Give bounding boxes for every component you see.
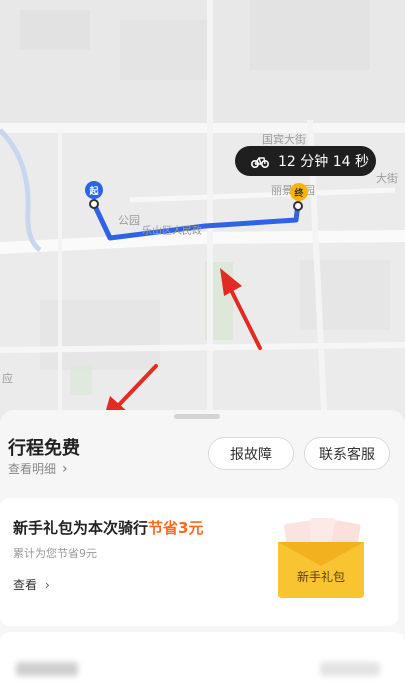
sheet-drag-handle[interactable] [174,414,220,419]
ride-time-pill: 12 分钟 14 秒 [235,146,376,176]
end-pin: 终 [290,183,308,201]
bicycle-icon [251,157,269,168]
map-label-street-mid: 乐山区人民政 [142,226,202,237]
view-details-link[interactable]: 查看明细 › [8,460,68,477]
trip-sheet: 行程免费 查看明细 › 报故障 联系客服 新手礼包为本次骑行节省3元 累计为您节… [0,410,405,698]
map-label-park: 公园 [118,214,140,227]
report-fault-button[interactable]: 报故障 [208,437,294,470]
gift-package-illustration: 新手礼包 [274,516,368,600]
trip-title: 行程免费 [8,438,80,459]
map-label-road-top: 国宾大街 [262,133,306,146]
newbie-gift-card[interactable]: 新手礼包为本次骑行节省3元 累计为您节省9元 查看 › 新手礼包 [0,498,398,626]
gift-view-link[interactable]: 查看 › [13,576,50,593]
gift-saving-highlight: 节省3元 [148,519,204,537]
map-view[interactable]: 国宾大街 大街 丽景花园 公园 乐山区人民政 应 12 分钟 14 秒 起 终 [0,0,405,430]
gift-view-label: 查看 [13,578,38,592]
map-background [0,0,405,430]
map-label-right-street: 大街 [376,172,398,185]
view-details-label: 查看明细 [8,462,57,476]
map-label-left-edge: 应 [2,372,13,385]
chevron-right-icon: › [62,460,68,477]
contact-service-button[interactable]: 联系客服 [304,437,390,470]
start-pin: 起 [85,181,103,199]
gift-cumulative-savings: 累计为您节省9元 [13,547,97,560]
chevron-right-icon: › [45,577,50,592]
gift-envelope-icon [278,518,364,598]
bottom-info-card[interactable] [0,632,405,698]
annotation-arrow-map [220,268,262,350]
blurred-content [320,662,380,676]
gift-headline-prefix: 新手礼包为本次骑行 [13,519,149,537]
blurred-content [16,662,78,676]
gift-package-label: 新手礼包 [296,570,345,584]
ride-time-text: 12 分钟 14 秒 [278,154,369,170]
gift-headline: 新手礼包为本次骑行节省3元 [13,517,203,538]
